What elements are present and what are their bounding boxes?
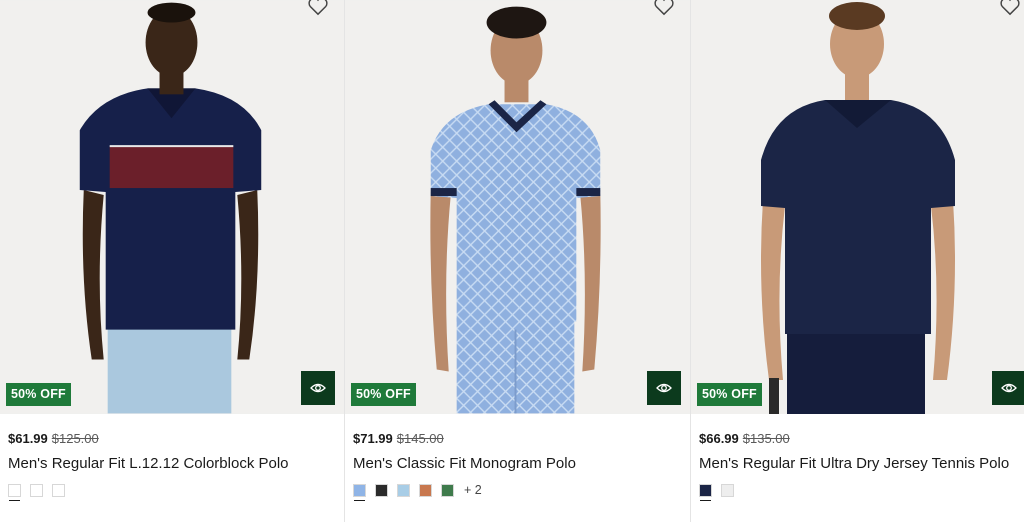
discount-badge: 50% OFF [697,383,762,406]
color-swatch[interactable] [375,484,388,497]
product-title[interactable]: Men's Classic Fit Monogram Polo [353,454,684,474]
wishlist-button[interactable] [653,0,675,16]
original-price: $125.00 [51,431,99,446]
color-swatch[interactable] [419,484,432,497]
eye-icon [656,383,672,393]
more-colors-count[interactable]: + 2 [464,484,482,497]
original-price: $135.00 [742,431,790,446]
eye-icon [1001,383,1017,393]
product-info: $61.99 $125.00 Men's Regular Fit L.12.12 … [8,430,338,474]
sale-price: $71.99 [353,431,393,446]
heart-outline-icon [654,0,674,16]
product-info: $71.99 $145.00 Men's Classic Fit Monogram… [353,430,684,474]
color-swatches: + 2 [353,484,482,501]
product-info: $66.99 $135.00 Men's Regular Fit Ultra Dr… [699,430,1018,474]
product-image[interactable]: 50% OFF [0,0,344,414]
price-row: $61.99 $125.00 [8,430,338,448]
price-row: $66.99 $135.00 [699,430,1018,448]
quick-view-button[interactable] [992,371,1024,405]
wishlist-button[interactable] [999,0,1021,16]
color-swatches [8,484,74,501]
product-image[interactable]: 50% OFF [691,0,1024,414]
color-swatch[interactable] [353,484,366,501]
discount-badge: 50% OFF [351,383,416,406]
color-swatch[interactable] [8,484,21,501]
price-row: $71.99 $145.00 [353,430,684,448]
product-grid: 50% OFF $61.99 $125.00 Men's Regular Fit … [0,0,1024,522]
quick-view-button[interactable] [647,371,681,405]
product-image[interactable]: 50% OFF [345,0,690,414]
color-swatch[interactable] [30,484,43,497]
color-swatch[interactable] [699,484,712,501]
color-swatches [699,484,743,501]
original-price: $145.00 [396,431,444,446]
quick-view-button[interactable] [301,371,335,405]
sale-price: $61.99 [8,431,48,446]
eye-icon [310,383,326,393]
heart-outline-icon [1000,0,1020,16]
color-swatch[interactable] [721,484,734,497]
product-title[interactable]: Men's Regular Fit L.12.12 Colorblock Pol… [8,454,338,474]
wishlist-button[interactable] [307,0,329,16]
color-swatch[interactable] [397,484,410,497]
product-card[interactable]: 50% OFF $66.99 $135.00 Men's Regular Fit … [691,0,1024,522]
product-photo [345,0,690,414]
discount-badge: 50% OFF [6,383,71,406]
sale-price: $66.99 [699,431,739,446]
color-swatch[interactable] [441,484,454,497]
color-swatch[interactable] [52,484,65,497]
product-title[interactable]: Men's Regular Fit Ultra Dry Jersey Tenni… [699,454,1018,474]
product-photo [691,0,1024,414]
product-card[interactable]: 50% OFF $71.99 $145.00 Men's Classic Fit … [345,0,691,522]
heart-outline-icon [308,0,328,16]
product-card[interactable]: 50% OFF $61.99 $125.00 Men's Regular Fit … [0,0,345,522]
product-photo [0,0,344,414]
